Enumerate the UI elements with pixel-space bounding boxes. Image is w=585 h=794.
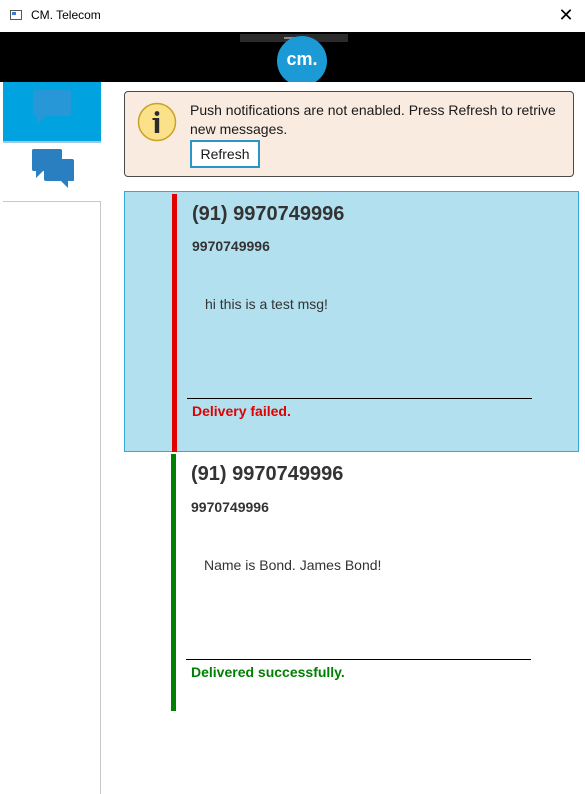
message-text: hi this is a test msg!: [205, 296, 328, 312]
app-window-icon: [10, 10, 22, 20]
delivery-status: Delivery failed.: [192, 403, 291, 419]
sender-number: 9970749996: [191, 499, 269, 515]
info-icon: [137, 102, 177, 142]
refresh-button[interactable]: Refresh: [190, 140, 260, 168]
message-card[interactable]: (91) 9970749996 9970749996 Name is Bond.…: [124, 453, 579, 712]
status-bar: [172, 194, 177, 452]
logo-text: cm.: [277, 36, 327, 82]
banner-message: Push notifications are not enabled. Pres…: [190, 102, 556, 137]
conversation-list[interactable]: [3, 201, 101, 794]
chat-bubbles-icon: [32, 149, 74, 188]
sidebar-item-messages[interactable]: [3, 143, 101, 201]
sidebar: [0, 82, 102, 794]
chat-bubbles-icon: [33, 90, 71, 124]
window-title: CM. Telecom: [31, 8, 101, 22]
status-bar: [171, 454, 176, 711]
message-text: Name is Bond. James Bond!: [204, 557, 382, 573]
divider: [186, 659, 531, 660]
delivery-status: Delivered successfully.: [191, 664, 345, 680]
sender-name: (91) 9970749996: [191, 463, 344, 485]
message-card[interactable]: (91) 9970749996 9970749996 hi this is a …: [124, 191, 579, 452]
sender-name: (91) 9970749996: [192, 203, 345, 225]
window-titlebar: CM. Telecom ✕: [0, 0, 585, 32]
sender-number: 9970749996: [192, 238, 270, 254]
logo: cm.: [277, 32, 327, 82]
sidebar-item-messages-active[interactable]: [3, 82, 101, 143]
close-window-button[interactable]: ✕: [555, 4, 577, 26]
divider: [187, 398, 532, 399]
push-notification-banner: Push notifications are not enabled. Pres…: [124, 91, 574, 177]
